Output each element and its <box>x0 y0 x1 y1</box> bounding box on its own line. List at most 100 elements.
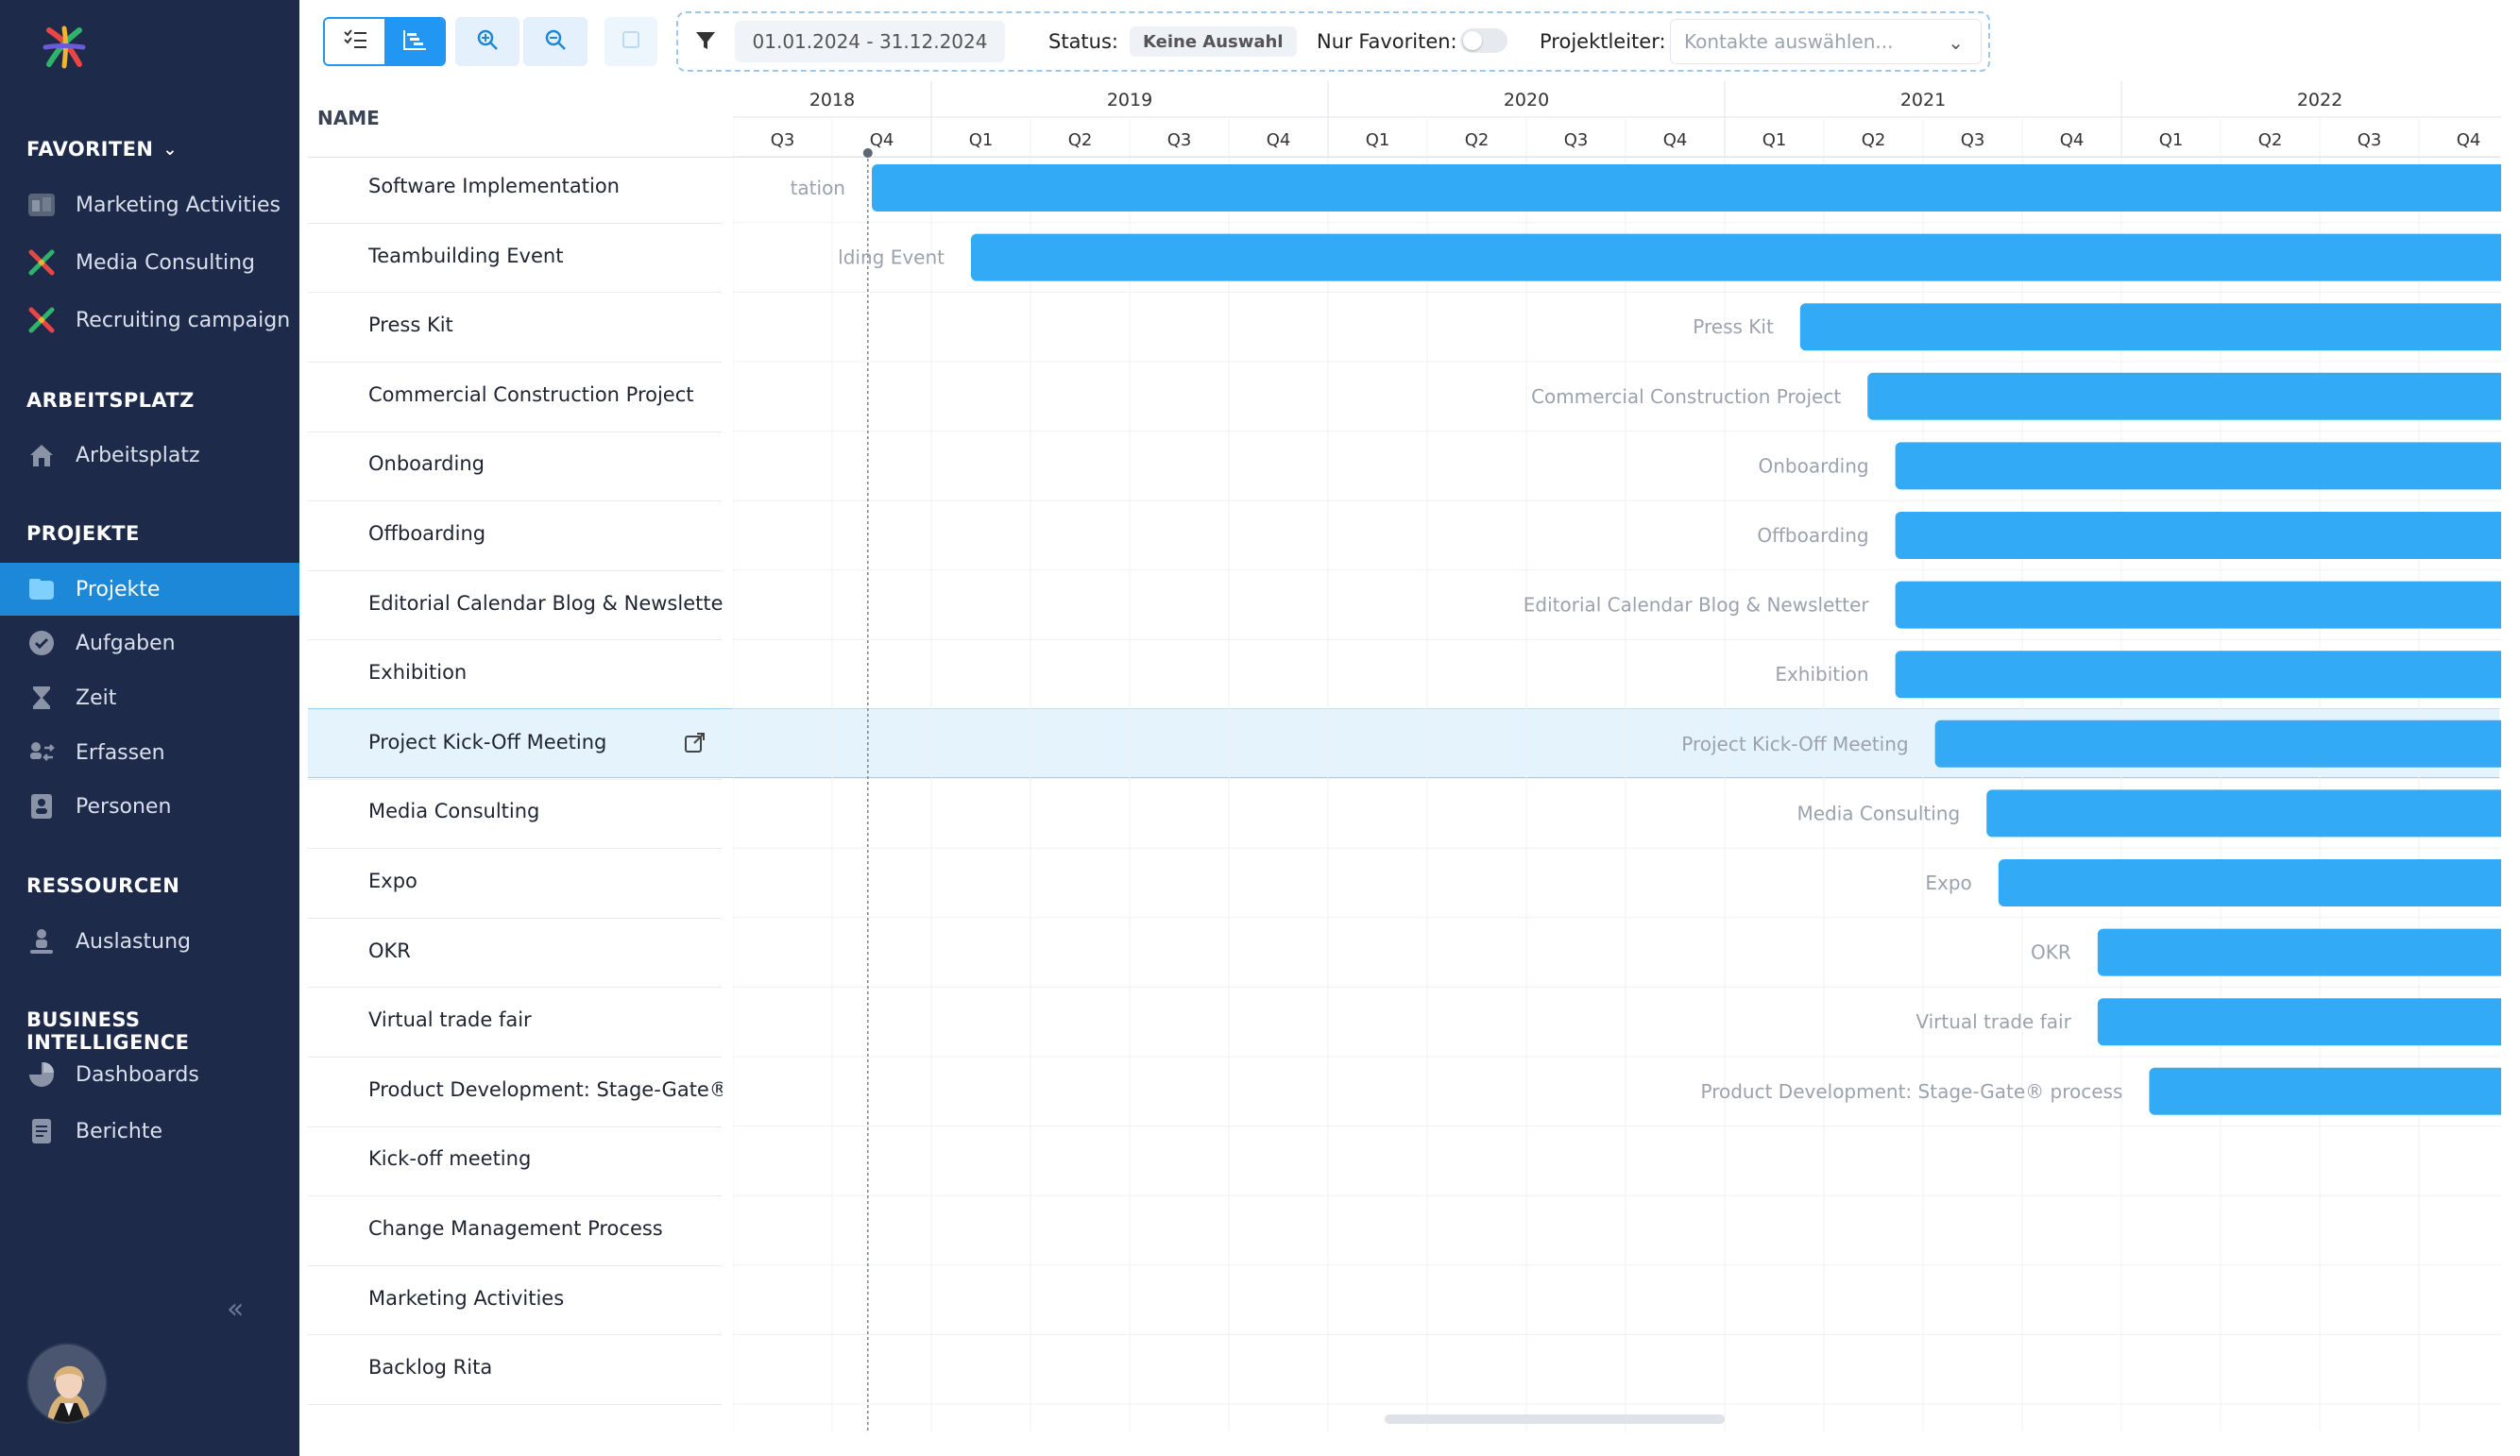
gantt-bar-label: Media Consulting <box>1796 802 1960 824</box>
gantt-bar-label: Expo <box>1925 872 1971 894</box>
project-row-name[interactable]: Project Kick-Off Meeting <box>368 731 723 753</box>
project-row-name[interactable]: Virtual trade fair <box>368 1008 723 1031</box>
sidebar-item-personen[interactable]: Personen <box>0 780 299 833</box>
gantt-bar[interactable] <box>1895 651 2501 699</box>
sidebar-item-label: Personen <box>76 794 172 819</box>
sidebar-item-dashboards[interactable]: Dashboards <box>0 1048 299 1101</box>
quarter-tick-label: Q2 <box>1862 130 1886 150</box>
chevron-down-icon: ⌄ <box>162 139 178 160</box>
sidebar-item-aufgaben[interactable]: Aufgaben <box>0 617 299 669</box>
gantt-bar[interactable] <box>1895 512 2501 559</box>
pie-chart-icon <box>26 1059 57 1090</box>
section-resources-label: RESSOURCEN <box>26 874 180 897</box>
filter-icon[interactable] <box>695 30 716 55</box>
list-view-button[interactable] <box>325 19 384 64</box>
contact-card-icon <box>26 791 57 821</box>
favorite-item-marketing-activities[interactable]: Marketing Activities <box>0 178 299 231</box>
sidebar-item-auslastung[interactable]: Auslastung <box>0 915 299 968</box>
sidebar-item-projekte[interactable]: Projekte <box>0 563 299 616</box>
project-row-name[interactable]: Exhibition <box>368 661 723 684</box>
quarter-tick-label: Q1 <box>969 130 994 150</box>
project-row-name[interactable]: Offboarding <box>368 522 723 545</box>
zoom-in-button[interactable] <box>455 17 519 66</box>
gantt-bar[interactable] <box>2149 1067 2501 1115</box>
gantt-bar[interactable] <box>1998 859 2501 906</box>
project-row-name[interactable]: Commercial Construction Project <box>368 383 723 406</box>
list-view-icon <box>343 29 367 54</box>
row-divider <box>308 987 722 989</box>
sidebar-item-arbeitsplatz[interactable]: Arbeitsplatz <box>0 429 299 482</box>
quarter-tick-label: Q3 <box>1167 130 1192 150</box>
view-toggle-group <box>323 17 446 66</box>
project-row-name[interactable]: Software Implementation <box>368 175 723 197</box>
favorite-item-recruiting-campaign[interactable]: Recruiting campaign <box>0 294 299 347</box>
project-lead-select[interactable]: Kontakte auswählen... ⌄ <box>1670 19 1982 64</box>
gantt-view-button[interactable] <box>384 19 444 64</box>
favorites-only-label: Nur Favoriten: <box>1317 30 1457 53</box>
gantt-bar[interactable] <box>872 164 2501 212</box>
project-row-name[interactable]: OKR <box>368 940 723 962</box>
section-bi-label: BUSINESS INTELLIGENCE <box>26 1008 190 1054</box>
range-start-marker <box>862 148 873 158</box>
row-divider <box>308 1057 722 1058</box>
project-row-name[interactable]: Press Kit <box>368 313 723 336</box>
gantt-bar-label: Product Development: Stage-Gate® process <box>1701 1080 2123 1103</box>
project-row-name[interactable]: Kick-off meeting <box>368 1147 723 1170</box>
row-divider <box>308 1195 722 1197</box>
user-avatar[interactable] <box>26 1343 108 1424</box>
section-favorites[interactable]: FAVORITEN ⌄ <box>26 138 178 161</box>
project-row-name[interactable]: Expo <box>368 870 723 892</box>
row-divider <box>308 848 722 850</box>
date-range-input[interactable]: 01.01.2024 - 31.12.2024 <box>735 21 1005 62</box>
row-divider <box>308 917 722 919</box>
quarter-tick-label: Q3 <box>771 130 795 150</box>
gantt-bar[interactable] <box>1934 720 2501 768</box>
fullscreen-button[interactable] <box>604 17 657 66</box>
gantt-bar[interactable] <box>1799 303 2501 351</box>
project-row-name[interactable]: Media Consulting <box>368 800 723 822</box>
filter-bar: 01.01.2024 - 31.12.2024 Status: Keine Au… <box>676 11 1990 72</box>
quarter-tick-label: Q4 <box>1663 130 1688 150</box>
project-row-name[interactable]: Teambuilding Event <box>368 245 723 267</box>
gantt-bar[interactable] <box>2097 998 2501 1046</box>
gantt-bar-label: Editorial Calendar Blog & Newsletter <box>1524 594 1870 617</box>
project-row-name[interactable]: Product Development: Stage-Gate® p <box>368 1078 723 1101</box>
quarter-tick-label: Q3 <box>2358 130 2382 150</box>
project-lead-label: Projektleiter: <box>1540 30 1666 53</box>
project-lead-placeholder: Kontakte auswählen... <box>1684 30 1894 53</box>
double-chevron-left-icon[interactable]: « <box>227 1295 255 1324</box>
name-column-header[interactable]: NAME <box>317 107 380 129</box>
status-select[interactable]: Keine Auswahl <box>1130 26 1297 57</box>
gantt-bar[interactable] <box>2097 928 2501 976</box>
sidebar-item-erfassen[interactable]: Erfassen <box>0 726 299 779</box>
gantt-bar-label: OKR <box>2031 941 2071 964</box>
favorite-item-media-consulting[interactable]: Media Consulting <box>0 236 299 289</box>
sidebar-item-label: Arbeitsplatz <box>76 443 200 467</box>
favorite-item-label: Recruiting campaign <box>76 308 291 332</box>
horizontal-scrollbar[interactable] <box>1385 1414 1725 1424</box>
quarter-tick-label: Q2 <box>1465 130 1490 150</box>
quarter-tick-label: Q1 <box>1762 130 1787 150</box>
project-row-name[interactable]: Editorial Calendar Blog & Newsletter <box>368 592 723 615</box>
row-divider <box>308 362 722 363</box>
gantt-bar[interactable] <box>1895 442 2501 490</box>
gantt-bar-label: Press Kit <box>1693 315 1774 338</box>
project-row-name[interactable]: Marketing Activities <box>368 1287 723 1310</box>
sidebar-item-zeit[interactable]: Zeit <box>0 671 299 724</box>
external-link-icon[interactable] <box>684 731 707 757</box>
gantt-bar[interactable] <box>971 233 2501 281</box>
quarter-tick-label: Q2 <box>1068 130 1093 150</box>
gantt-bar[interactable] <box>1986 789 2501 838</box>
quarter-tick-label: Q1 <box>2159 130 2184 150</box>
gantt-view-icon <box>402 29 427 54</box>
project-row-name[interactable]: Backlog Rita <box>368 1356 723 1379</box>
project-row-name[interactable]: Onboarding <box>368 452 723 475</box>
zoom-out-button[interactable] <box>523 17 587 66</box>
sidebar-item-berichte[interactable]: Berichte <box>0 1105 299 1158</box>
project-row-name[interactable]: Change Management Process <box>368 1217 723 1240</box>
gantt-bar[interactable] <box>1895 581 2501 629</box>
favorites-only-toggle[interactable] <box>1460 28 1507 53</box>
app-logo-icon[interactable] <box>42 25 87 70</box>
sidebar-item-label: Erfassen <box>76 740 165 765</box>
gantt-bar[interactable] <box>1867 372 2501 420</box>
